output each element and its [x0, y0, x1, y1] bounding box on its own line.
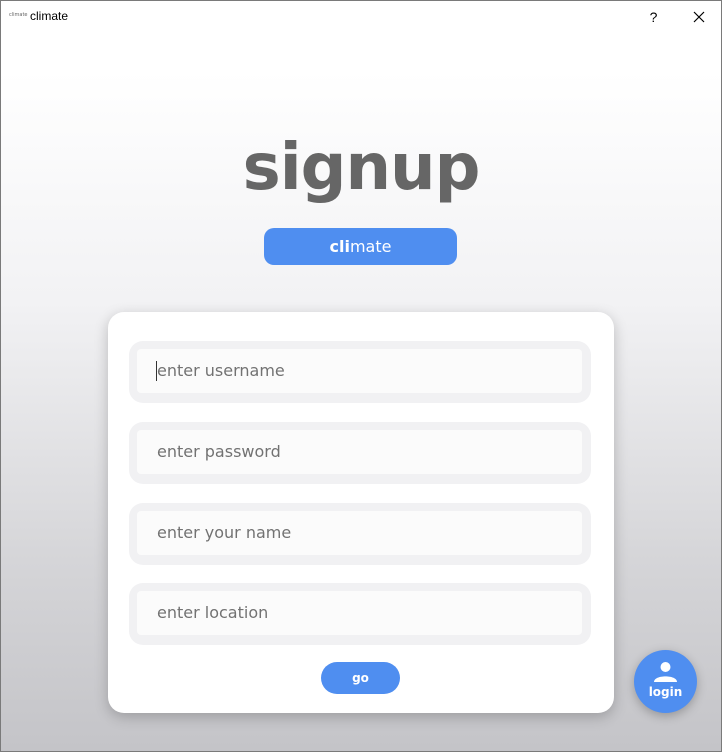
brand-text: mate — [349, 237, 392, 256]
app-window: climate climate ? signup cli mate enter u… — [0, 0, 722, 752]
title-bar: climate climate ? — [1, 1, 721, 32]
brand-badge: cli mate — [264, 228, 457, 265]
location-field[interactable]: enter location — [129, 583, 591, 645]
password-input[interactable]: enter password — [137, 430, 582, 474]
signup-card: enter username enter password enter your… — [108, 312, 614, 713]
location-input[interactable]: enter location — [137, 591, 582, 635]
username-field[interactable]: enter username — [129, 341, 591, 403]
close-icon — [693, 11, 704, 22]
password-placeholder: enter password — [157, 442, 281, 461]
page-title: signup — [242, 131, 481, 205]
go-button[interactable]: go — [321, 662, 400, 694]
location-placeholder: enter location — [157, 603, 269, 622]
app-icon: climate — [9, 12, 28, 18]
login-label: login — [648, 685, 683, 699]
window-title: climate — [30, 9, 69, 23]
password-field[interactable]: enter password — [129, 422, 591, 484]
name-placeholder: enter your name — [157, 523, 292, 542]
name-input[interactable]: enter your name — [137, 511, 582, 555]
username-input[interactable]: enter username — [137, 349, 582, 393]
user-icon — [654, 662, 677, 682]
brand-bold-text: cli — [329, 237, 350, 256]
login-button[interactable]: login — [634, 650, 697, 713]
username-placeholder: enter username — [157, 361, 285, 380]
help-button[interactable]: ? — [631, 1, 676, 32]
name-field[interactable]: enter your name — [129, 503, 591, 565]
close-button[interactable] — [676, 1, 721, 32]
